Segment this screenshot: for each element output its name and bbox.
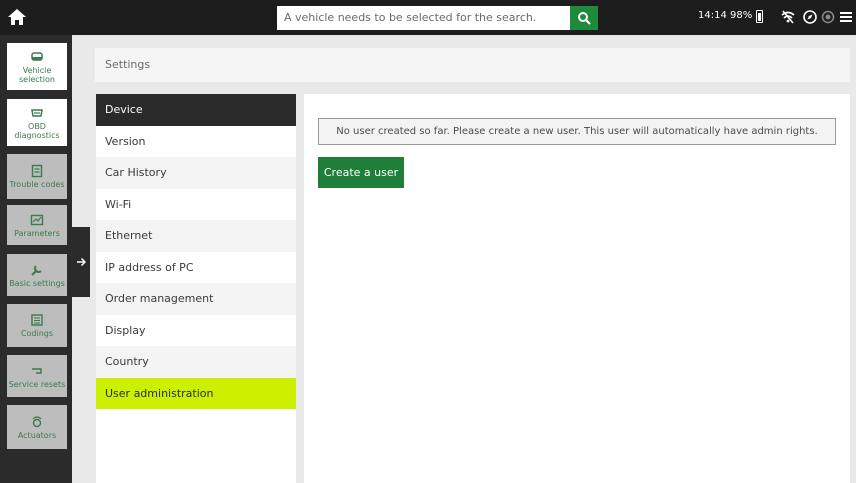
search-input[interactable]: A vehicle needs to be selected for the s… bbox=[277, 6, 570, 30]
rail-item-vehicle-selection[interactable]: Vehicle selection bbox=[7, 43, 67, 90]
top-bar: A vehicle needs to be selected for the s… bbox=[0, 0, 856, 35]
rail-item-label: Codings bbox=[20, 329, 54, 338]
side-rail: Vehicle selection OBD diagnostics Troubl… bbox=[0, 35, 72, 483]
menu-item-country[interactable]: Country bbox=[96, 346, 296, 378]
status-circle-icon[interactable] bbox=[820, 9, 836, 25]
page-title: Settings bbox=[95, 48, 850, 82]
service-reset-icon bbox=[30, 364, 44, 378]
rail-item-label: Vehicle selection bbox=[19, 65, 55, 84]
rail-item-parameters[interactable]: Parameters bbox=[7, 205, 67, 245]
menu-item-car-history[interactable]: Car History bbox=[96, 157, 296, 189]
expand-rail-button[interactable] bbox=[71, 227, 90, 297]
rail-item-label: Actuators bbox=[17, 430, 57, 440]
menu-item-display[interactable]: Display bbox=[96, 315, 296, 347]
menu-item-order-management[interactable]: Order management bbox=[96, 283, 296, 315]
search-icon bbox=[578, 12, 591, 25]
menu-item-user-administration[interactable]: User administration bbox=[96, 377, 296, 409]
menu-item-ethernet[interactable]: Ethernet bbox=[96, 220, 296, 252]
parameters-icon bbox=[30, 213, 44, 227]
home-icon[interactable] bbox=[6, 6, 28, 28]
rail-item-basic-settings[interactable]: Basic settings bbox=[7, 254, 67, 296]
rail-item-actuators[interactable]: Actuators bbox=[7, 405, 67, 449]
trouble-codes-icon bbox=[30, 164, 44, 178]
menu-item-ip-address[interactable]: IP address of PC bbox=[96, 252, 296, 284]
wifi-off-icon[interactable] bbox=[780, 9, 796, 25]
car-icon bbox=[30, 50, 44, 64]
notice-message: No user created so far. Please create a … bbox=[318, 118, 836, 145]
menu-item-device[interactable]: Device bbox=[96, 94, 296, 126]
rail-item-label: Basic settings bbox=[9, 278, 65, 288]
settings-menu: Device Version Car History Wi-Fi Etherne… bbox=[96, 94, 296, 483]
status-time: 14:14 bbox=[698, 10, 727, 21]
menu-item-version[interactable]: Version bbox=[96, 126, 296, 158]
obd-icon bbox=[30, 106, 44, 120]
battery-icon bbox=[756, 10, 763, 23]
rail-item-label: OBD diagnostics bbox=[14, 121, 60, 140]
search-button[interactable] bbox=[570, 6, 598, 30]
create-user-button[interactable]: Create a user bbox=[318, 157, 404, 188]
rail-item-label: Service resets bbox=[8, 379, 66, 389]
codings-icon bbox=[30, 313, 44, 327]
hamburger-menu-icon[interactable] bbox=[838, 9, 854, 25]
menu-item-wifi[interactable]: Wi-Fi bbox=[96, 189, 296, 221]
rail-item-service-resets[interactable]: Service resets bbox=[7, 355, 67, 397]
arrow-right-icon bbox=[76, 257, 86, 267]
rail-item-label: Parameters bbox=[14, 228, 60, 238]
content-panel: No user created so far. Please create a … bbox=[304, 94, 850, 483]
compass-icon[interactable] bbox=[802, 9, 818, 25]
wrench-icon bbox=[30, 263, 44, 277]
rail-item-obd-diagnostics[interactable]: OBD diagnostics bbox=[7, 99, 67, 146]
rail-item-codings[interactable]: Codings bbox=[7, 304, 67, 347]
status-battery: 98% bbox=[730, 10, 753, 21]
actuators-icon bbox=[30, 415, 44, 429]
rail-item-trouble-codes[interactable]: Trouble codes bbox=[7, 154, 67, 199]
rail-item-label: Trouble codes bbox=[9, 180, 65, 189]
